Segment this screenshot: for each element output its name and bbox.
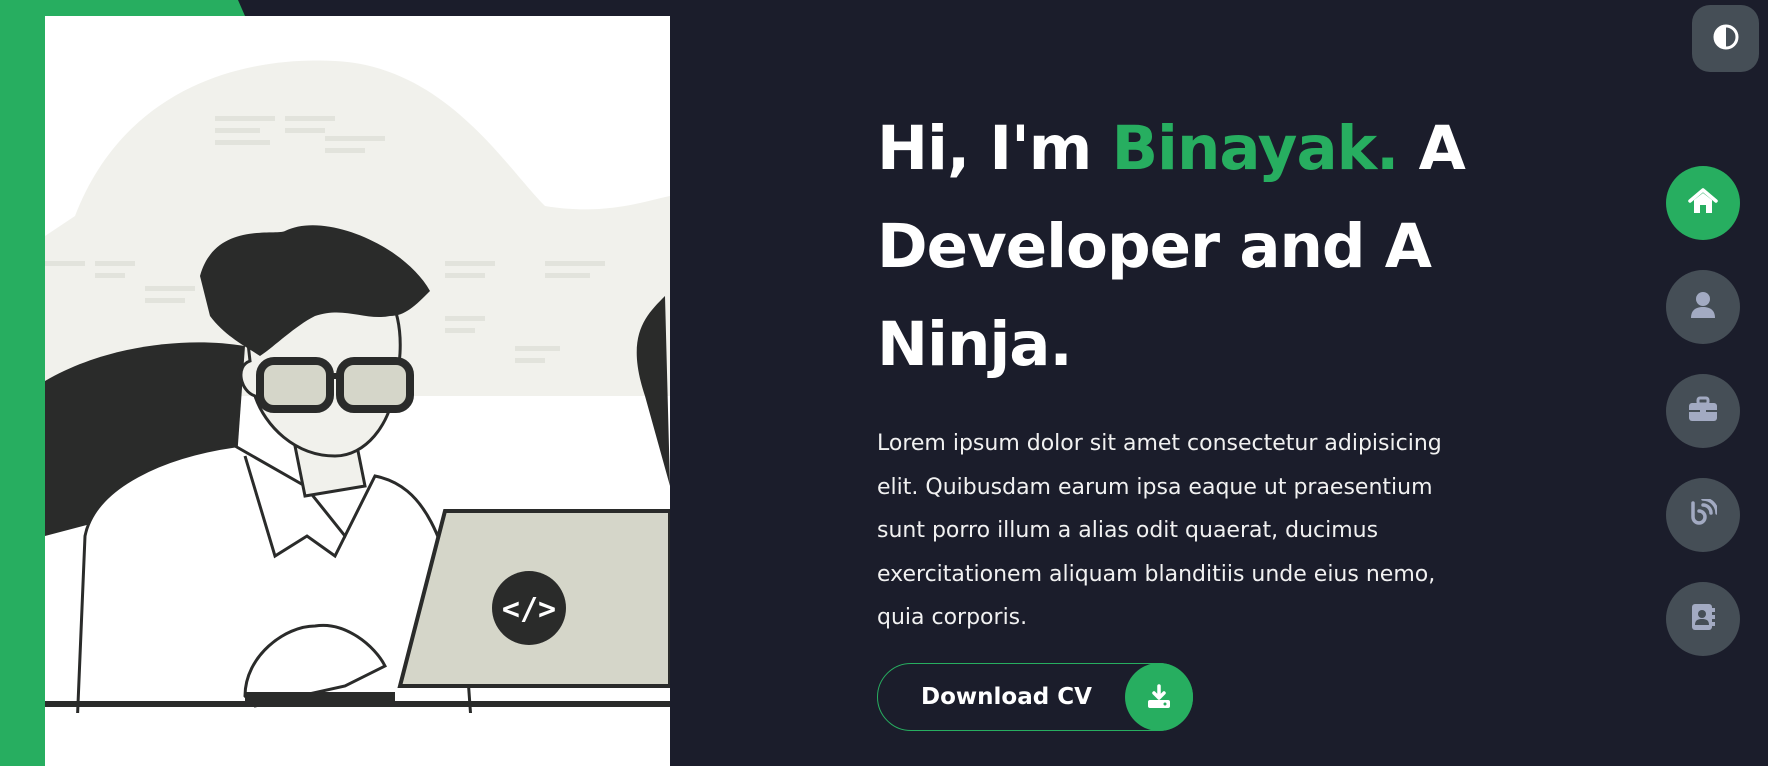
nav-about-button[interactable] [1666, 270, 1740, 344]
briefcase-icon [1688, 396, 1718, 426]
nav-portfolio-button[interactable] [1666, 374, 1740, 448]
nav-home-button[interactable] [1666, 166, 1740, 240]
contact-book-icon [1690, 603, 1716, 635]
download-icon [1125, 663, 1193, 731]
download-cv-label: Download CV [921, 684, 1092, 710]
download-cv-button[interactable]: Download CV [877, 663, 1193, 731]
hero-illustration: </> [45, 16, 670, 766]
hero-description: Lorem ipsum dolor sit amet consectetur a… [877, 431, 1442, 630]
side-nav [1666, 166, 1740, 686]
home-icon [1688, 187, 1718, 219]
user-icon [1690, 291, 1716, 323]
hero-headline: Hi, I'm Binayak. A Developer and A Ninja… [877, 100, 1497, 394]
theme-toggle-button[interactable] [1692, 5, 1759, 72]
hero-text: Hi, I'm Binayak. A Developer and A Ninja… [877, 100, 1497, 640]
blog-icon [1689, 497, 1719, 531]
contrast-icon [1713, 24, 1739, 54]
nav-contact-button[interactable] [1666, 582, 1740, 656]
headline-name: Binayak. [1111, 113, 1400, 184]
nav-blog-button[interactable] [1666, 478, 1740, 552]
headline-greeting: Hi, I'm [877, 113, 1092, 184]
code-tag-icon: </> [502, 592, 556, 627]
